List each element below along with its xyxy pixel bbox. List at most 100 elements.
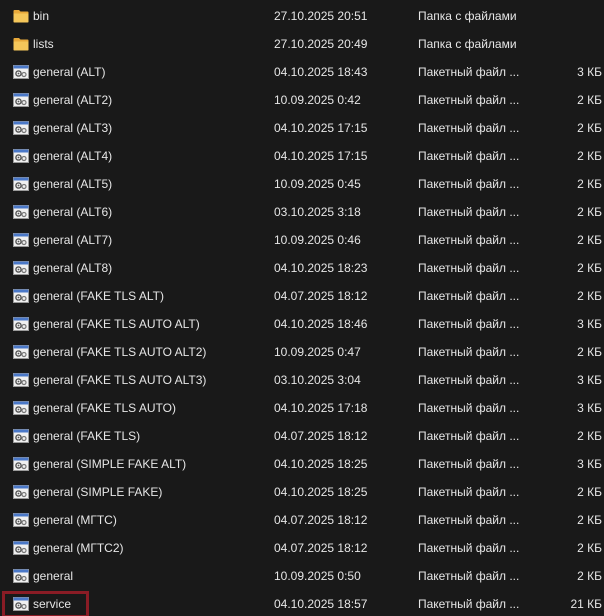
file-type: Пакетный файл ...: [418, 485, 520, 499]
file-size: 2 КБ: [577, 569, 602, 583]
file-row[interactable]: general (FAKE TLS AUTO ALT3) 03.10.2025 3…: [0, 366, 604, 394]
file-type: Пакетный файл ...: [418, 93, 520, 107]
file-name: general (SIMPLE FAKE ALT): [33, 457, 187, 471]
file-type: Папка с файлами: [418, 37, 517, 51]
file-name: general (FAKE TLS): [33, 429, 141, 443]
file-date-modified: 04.10.2025 17:15: [274, 121, 368, 135]
file-name: general (МГТС): [33, 513, 117, 527]
file-type: Пакетный файл ...: [418, 373, 520, 387]
file-type: Пакетный файл ...: [418, 597, 520, 611]
file-size: 2 КБ: [577, 289, 602, 303]
batch-file-icon: [13, 261, 29, 275]
file-size: 2 КБ: [577, 177, 602, 191]
file-name: general (МГТС2): [33, 541, 124, 555]
file-name: general (ALT2): [33, 93, 113, 107]
file-type: Пакетный файл ...: [418, 261, 520, 275]
file-date-modified: 27.10.2025 20:49: [274, 37, 368, 51]
batch-file-icon: [13, 121, 29, 135]
batch-file-icon: [13, 233, 29, 247]
file-row[interactable]: general (ALT8) 04.10.2025 18:23 Пакетный ф…: [0, 254, 604, 282]
file-type: Пакетный файл ...: [418, 345, 520, 359]
file-type: Пакетный файл ...: [418, 289, 520, 303]
file-size: 21 КБ: [570, 597, 602, 611]
file-date-modified: 04.10.2025 18:23: [274, 261, 368, 275]
file-row[interactable]: lists 27.10.2025 20:49 Папка с файлами: [0, 30, 604, 58]
file-size: 2 КБ: [577, 93, 602, 107]
file-name: general (ALT7): [33, 233, 113, 247]
file-size: 2 КБ: [577, 121, 602, 135]
file-name: general: [33, 569, 74, 583]
file-size: 2 КБ: [577, 541, 602, 555]
file-size: 2 КБ: [577, 233, 602, 247]
file-row[interactable]: bin 27.10.2025 20:51 Папка с файлами: [0, 2, 604, 30]
file-size: 2 КБ: [577, 513, 602, 527]
file-name: general (ALT6): [33, 205, 113, 219]
file-type: Пакетный файл ...: [418, 233, 520, 247]
file-row[interactable]: general (ALT2) 10.09.2025 0:42 Пакетный фа…: [0, 86, 604, 114]
file-row[interactable]: general (FAKE TLS AUTO ALT2) 10.09.2025 0…: [0, 338, 604, 366]
file-date-modified: 03.10.2025 3:04: [274, 373, 361, 387]
batch-file-icon: [13, 317, 29, 331]
file-name: general (FAKE TLS AUTO ALT3): [33, 373, 207, 387]
file-type: Пакетный файл ...: [418, 177, 520, 191]
file-row[interactable]: general (SIMPLE FAKE) 04.10.2025 18:25 Пак…: [0, 478, 604, 506]
folder-icon: [13, 37, 29, 51]
file-row[interactable]: general (SIMPLE FAKE ALT) 04.10.2025 18:2…: [0, 450, 604, 478]
file-row[interactable]: general (ALT7) 10.09.2025 0:46 Пакетный фа…: [0, 226, 604, 254]
batch-file-icon: [13, 345, 29, 359]
file-name: general (SIMPLE FAKE): [33, 485, 163, 499]
batch-file-icon: [13, 513, 29, 527]
file-size: 3 КБ: [577, 457, 602, 471]
file-date-modified: 03.10.2025 3:18: [274, 205, 361, 219]
file-row[interactable]: general (МГТС) 04.07.2025 18:12 Пакетный ф…: [0, 506, 604, 534]
file-type: Пакетный файл ...: [418, 205, 520, 219]
batch-file-icon: [13, 597, 29, 611]
file-size: 3 КБ: [577, 401, 602, 415]
file-date-modified: 04.07.2025 18:12: [274, 541, 368, 555]
file-row[interactable]: general (ALT6) 03.10.2025 3:18 Пакетный фа…: [0, 198, 604, 226]
file-size: 3 КБ: [577, 65, 602, 79]
file-date-modified: 10.09.2025 0:42: [274, 93, 361, 107]
file-date-modified: 04.10.2025 18:57: [274, 597, 368, 611]
file-date-modified: 10.09.2025 0:50: [274, 569, 361, 583]
batch-file-icon: [13, 401, 29, 415]
file-size: 3 КБ: [577, 373, 602, 387]
file-row[interactable]: general (ALT5) 10.09.2025 0:45 Пакетный фа…: [0, 170, 604, 198]
batch-file-icon: [13, 149, 29, 163]
batch-file-icon: [13, 93, 29, 107]
file-list: bin 27.10.2025 20:51 Папка с файлами lists…: [0, 0, 604, 616]
file-row[interactable]: general (ALT3) 04.10.2025 17:15 Пакетный ф…: [0, 114, 604, 142]
file-row[interactable]: general (FAKE TLS ALT) 04.07.2025 18:12 Па…: [0, 282, 604, 310]
file-row[interactable]: general (ALT4) 04.10.2025 17:15 Пакетный ф…: [0, 142, 604, 170]
file-type: Папка с файлами: [418, 9, 517, 23]
folder-icon: [13, 9, 29, 23]
file-size: 2 КБ: [577, 149, 602, 163]
file-name: general (FAKE TLS AUTO ALT): [33, 317, 200, 331]
file-row[interactable]: general (ALT) 04.10.2025 18:43 Пакетный фа…: [0, 58, 604, 86]
file-row[interactable]: general (FAKE TLS AUTO ALT) 04.10.2025 18…: [0, 310, 604, 338]
file-row[interactable]: general (FAKE TLS AUTO) 04.10.2025 17:18 П…: [0, 394, 604, 422]
file-date-modified: 04.10.2025 17:15: [274, 149, 368, 163]
file-name: bin: [33, 9, 50, 23]
file-name: general (ALT3): [33, 121, 113, 135]
file-row[interactable]: general (МГТС2) 04.07.2025 18:12 Пакетный …: [0, 534, 604, 562]
file-row[interactable]: service 04.10.2025 18:57 Пакетный файл ...…: [0, 590, 604, 616]
file-date-modified: 04.07.2025 18:12: [274, 429, 368, 443]
file-name: service: [33, 597, 72, 611]
file-type: Пакетный файл ...: [418, 401, 520, 415]
batch-file-icon: [13, 541, 29, 555]
file-type: Пакетный файл ...: [418, 65, 520, 79]
file-name: general (FAKE TLS AUTO): [33, 401, 176, 415]
file-type: Пакетный файл ...: [418, 149, 520, 163]
file-type: Пакетный файл ...: [418, 429, 520, 443]
file-size: 2 КБ: [577, 345, 602, 359]
file-date-modified: 27.10.2025 20:51: [274, 9, 368, 23]
file-date-modified: 10.09.2025 0:47: [274, 345, 361, 359]
file-row[interactable]: general 10.09.2025 0:50 Пакетный файл ... 2…: [0, 562, 604, 590]
file-date-modified: 04.10.2025 18:46: [274, 317, 368, 331]
batch-file-icon: [13, 457, 29, 471]
file-size: 3 КБ: [577, 317, 602, 331]
file-type: Пакетный файл ...: [418, 457, 520, 471]
file-date-modified: 04.10.2025 17:18: [274, 401, 368, 415]
file-row[interactable]: general (FAKE TLS) 04.07.2025 18:12 Пакетн…: [0, 422, 604, 450]
